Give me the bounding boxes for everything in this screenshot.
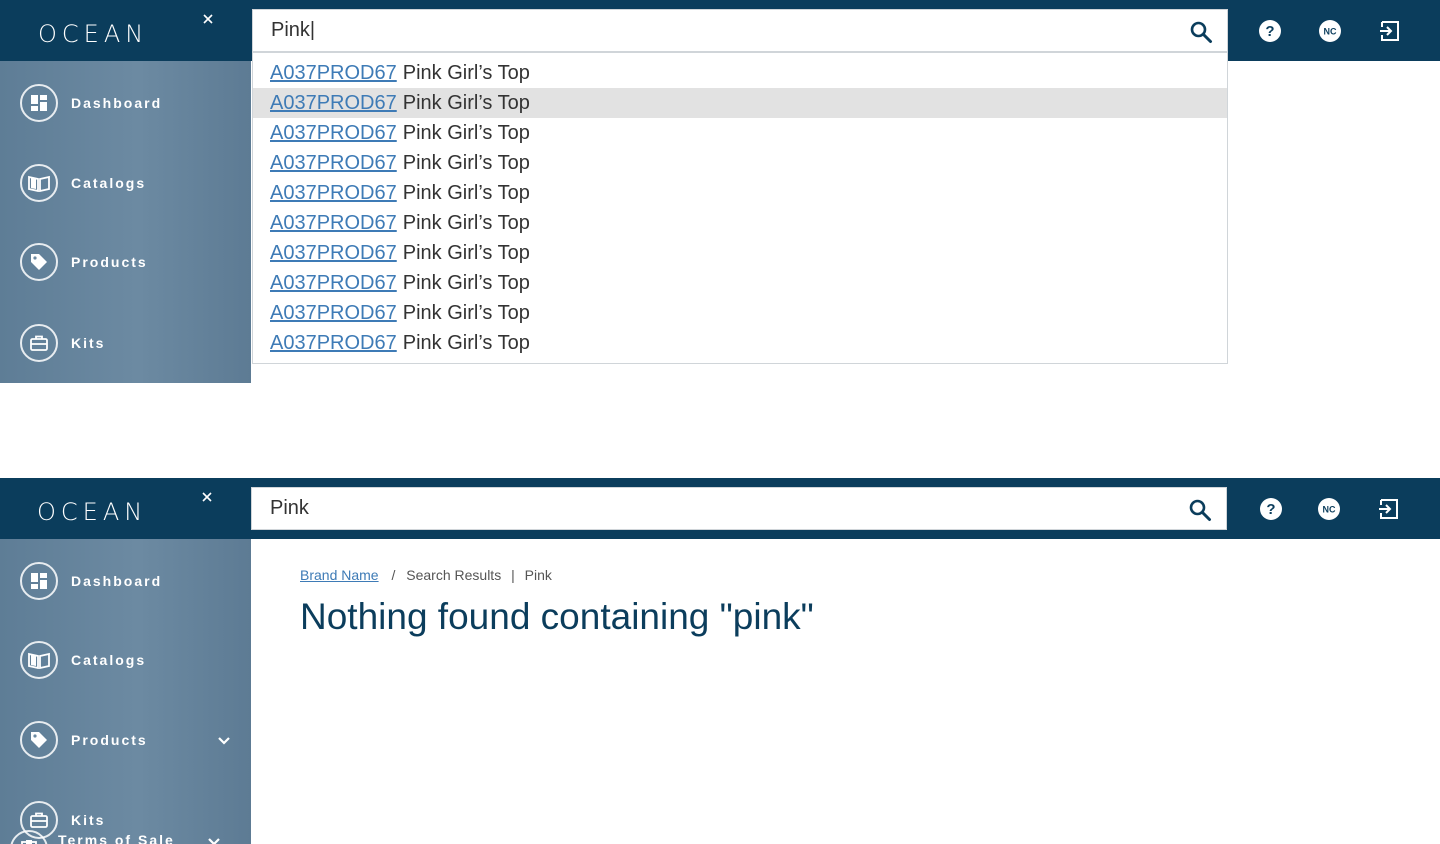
help-icon[interactable]: ? (1258, 19, 1282, 43)
user-avatar-icon[interactable]: NC (1317, 497, 1341, 521)
ocean-logo[interactable]: OCEAN (37, 490, 212, 526)
search-input[interactable] (270, 488, 1150, 529)
suggestion-code[interactable]: A037PROD67 (270, 182, 397, 205)
sidebar-item-dashboard[interactable]: Dashboard (20, 82, 162, 124)
svg-text:?: ? (1265, 23, 1274, 40)
clipboard-icon (10, 830, 48, 844)
search-icon[interactable] (1188, 498, 1212, 522)
logout-icon[interactable] (1377, 497, 1401, 521)
suggestion-name: Pink Girl’s Top (402, 61, 530, 84)
suggestion-code[interactable]: A037PROD67 (270, 62, 397, 85)
user-avatar-icon[interactable]: NC (1318, 19, 1342, 43)
breadcrumb-link-brand[interactable]: Brand Name (300, 567, 379, 583)
user-initials: NC (1324, 27, 1337, 37)
search-icon[interactable] (1189, 20, 1213, 44)
sidebar-item-label: Terms of Sale (58, 832, 175, 844)
suggestion-name: Pink Girl’s Top (402, 211, 530, 234)
suggestion-item[interactable]: A037PROD67 Pink Girl’s Top (253, 238, 1227, 268)
suggestion-item[interactable]: A037PROD67 Pink Girl’s Top (253, 208, 1227, 238)
breadcrumb: Brand Name / Search Results | Pink (300, 567, 552, 583)
suggestion-name: Pink Girl’s Top (402, 181, 530, 204)
tag-icon (20, 243, 58, 281)
top-screen: OCEAN ? NC Dashboard (0, 0, 1440, 383)
sidebar-item-products[interactable]: Products (20, 241, 148, 283)
user-initials: NC (1323, 505, 1336, 515)
suggestion-item[interactable]: A037PROD67 Pink Girl’s Top (253, 58, 1227, 88)
sidebar-item-products[interactable]: Products (20, 719, 148, 761)
suggestion-code[interactable]: A037PROD67 (270, 302, 397, 325)
breadcrumb-separator: / (391, 567, 396, 583)
suggestion-item[interactable]: A037PROD67 Pink Girl’s Top (253, 178, 1227, 208)
logo-text: OCEAN (38, 20, 148, 48)
suggestion-code[interactable]: A037PROD67 (270, 212, 397, 235)
search-input[interactable] (271, 10, 1151, 51)
suggestion-code[interactable]: A037PROD67 (270, 242, 397, 265)
sidebar-item-label: Catalogs (71, 652, 147, 668)
tag-icon (20, 721, 58, 759)
suggestion-item[interactable]: A037PROD67 Pink Girl’s Top (253, 148, 1227, 178)
sidebar-item-label: Catalogs (71, 175, 147, 191)
search-box (251, 487, 1227, 530)
suggestion-name: Pink Girl’s Top (402, 301, 530, 324)
suggestion-name: Pink Girl’s Top (402, 151, 530, 174)
logo-text: OCEAN (37, 498, 147, 526)
suggestion-code[interactable]: A037PROD67 (270, 152, 397, 175)
svg-text:?: ? (1266, 501, 1275, 518)
sidebar-item-label: Kits (71, 335, 106, 351)
suggestion-code[interactable]: A037PROD67 (270, 272, 397, 295)
sidebar-item-label: Kits (71, 812, 106, 828)
breadcrumb-section: Search Results (406, 567, 502, 583)
catalog-book-icon (20, 641, 58, 679)
sidebar-item-terms-of-sale[interactable]: Terms of Sale (10, 828, 175, 844)
chevron-down-icon[interactable] (206, 834, 222, 844)
sidebar-item-label: Dashboard (71, 95, 163, 111)
header-bar: OCEAN ? NC (0, 478, 1440, 539)
bottom-screen: OCEAN ? NC Dashboard (0, 478, 1440, 844)
search-box (252, 9, 1228, 52)
dashboard-icon (20, 562, 58, 600)
suggestion-name: Pink Girl’s Top (402, 91, 530, 114)
suggestion-code[interactable]: A037PROD67 (270, 122, 397, 145)
sidebar-item-catalogs[interactable]: Catalogs (20, 639, 146, 681)
suggestion-name: Pink Girl’s Top (402, 271, 530, 294)
catalog-book-icon (20, 164, 58, 202)
sidebar: Dashboard Catalogs Products Kits (0, 61, 251, 383)
suggestion-name: Pink Girl’s Top (402, 121, 530, 144)
search-suggestions-dropdown: A037PROD67 Pink Girl’s Top A037PROD67 Pink… (252, 52, 1228, 364)
sidebar-item-catalogs[interactable]: Catalogs (20, 162, 146, 204)
breadcrumb-query: Pink (524, 567, 552, 583)
page-title: Nothing found containing "pink" (300, 596, 814, 637)
sidebar-item-label: Products (71, 732, 148, 748)
sidebar-item-label: Dashboard (71, 573, 163, 589)
breadcrumb-divider: | (511, 567, 515, 583)
dashboard-icon (20, 84, 58, 122)
suggestion-code[interactable]: A037PROD67 (270, 332, 397, 355)
chevron-down-icon[interactable] (216, 733, 232, 749)
suggestion-item-highlighted[interactable]: A037PROD67 Pink Girl’s Top (253, 88, 1227, 118)
sidebar-item-dashboard[interactable]: Dashboard (20, 560, 162, 602)
suggestion-item[interactable]: A037PROD67 Pink Girl’s Top (253, 268, 1227, 298)
sidebar: Dashboard Catalogs Products Kits (0, 539, 251, 844)
sidebar-item-label: Products (71, 254, 148, 270)
logout-icon[interactable] (1378, 19, 1402, 43)
ocean-logo[interactable]: OCEAN (38, 12, 213, 48)
suggestion-item[interactable]: A037PROD67 Pink Girl’s Top (253, 118, 1227, 148)
suggestion-item[interactable]: A037PROD67 Pink Girl’s Top (253, 298, 1227, 328)
suggestion-code[interactable]: A037PROD67 (270, 92, 397, 115)
suggestion-item[interactable]: A037PROD67 Pink Girl’s Top (253, 328, 1227, 358)
suggestion-name: Pink Girl’s Top (402, 331, 530, 354)
help-icon[interactable]: ? (1259, 497, 1283, 521)
briefcase-icon (20, 324, 58, 362)
sidebar-item-kits[interactable]: Kits (20, 322, 105, 364)
suggestion-name: Pink Girl’s Top (402, 241, 530, 264)
